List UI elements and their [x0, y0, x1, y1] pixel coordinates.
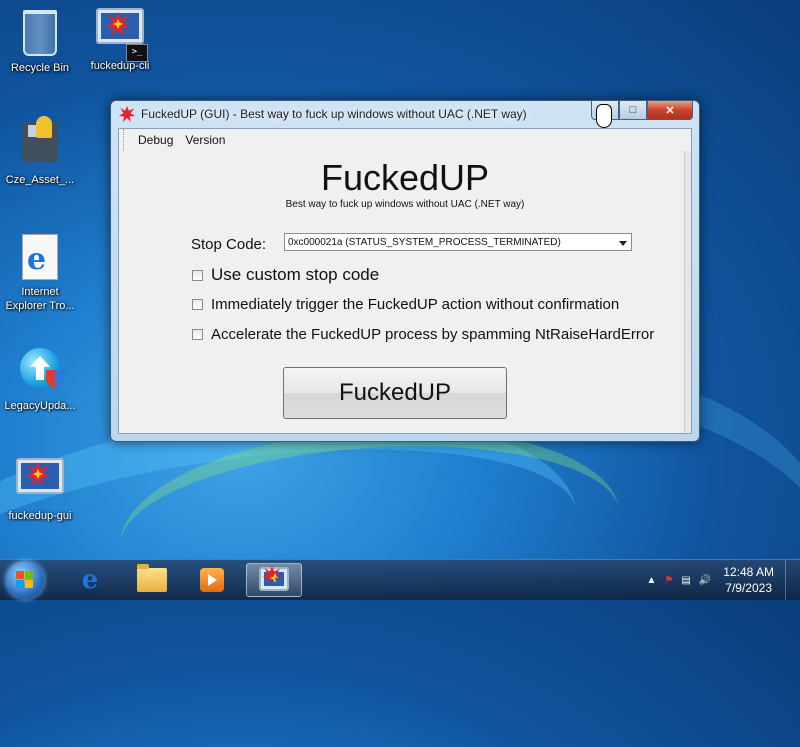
desktop-icon-label: LegacyUpda...: [4, 400, 76, 412]
system-tray: ▲ ⚑ ▤ 🔊 12:48 AM 7/9/2023: [647, 560, 800, 600]
network-icon[interactable]: ▤: [681, 575, 690, 586]
window-title: FuckedUP (GUI) - Best way to fuck up win…: [141, 107, 527, 121]
desktop-icon-legacyupdate[interactable]: LegacyUpda...: [2, 344, 78, 413]
desktop-icon-label: Internet Explorer Tro...: [5, 286, 75, 312]
desktop-icon-internet-explorer[interactable]: e Internet Explorer Tro...: [2, 232, 78, 313]
app-monitor-icon: [16, 458, 64, 506]
custom-stop-code-checkbox[interactable]: [192, 269, 203, 281]
app-burst-icon: [119, 106, 135, 122]
clock-time: 12:48 AM: [723, 565, 774, 579]
action-center-flag-icon[interactable]: ⚑: [664, 575, 673, 586]
show-desktop-button[interactable]: [785, 560, 800, 600]
desktop-icon-fuckedup-cli[interactable]: >_ fuckedup-cli: [82, 6, 158, 73]
maximize-button[interactable]: □: [619, 101, 647, 120]
folder-icon: [137, 564, 167, 592]
option-label: Accelerate the FuckedUP process by spamm…: [211, 326, 655, 343]
fuckedup-button[interactable]: FuckedUP: [283, 367, 507, 419]
stop-code-value: 0xc000021a (STATUS_SYSTEM_PROCESS_TERMIN…: [288, 237, 561, 248]
taskbar-explorer[interactable]: [124, 563, 180, 597]
media-player-icon: [200, 568, 224, 592]
internet-explorer-icon: e: [81, 565, 99, 595]
terminal-icon: >_: [126, 44, 148, 62]
desktop-icon-label: Cze_Asset_...: [5, 174, 75, 186]
update-globe-icon: [16, 348, 64, 396]
start-button[interactable]: [6, 561, 44, 599]
app-title: FuckedUP: [320, 157, 490, 198]
fuckedup-window: FuckedUP (GUI) - Best way to fuck up win…: [110, 100, 700, 442]
volume-icon[interactable]: 🔊: [699, 575, 711, 586]
option-label: Use custom stop code: [211, 265, 380, 284]
clock-date: 7/9/2023: [725, 581, 772, 595]
app-monitor-icon: >_: [96, 8, 148, 62]
close-icon: ✕: [665, 104, 675, 117]
recycle-bin-icon: [16, 10, 64, 58]
option-label: Immediately trigger the FuckedUP action …: [211, 296, 620, 313]
option-accelerate[interactable]: Accelerate the FuckedUP process by spamm…: [192, 326, 654, 343]
accelerate-checkbox[interactable]: [192, 329, 203, 340]
windows-logo-icon: [16, 571, 34, 589]
show-hidden-icons-icon[interactable]: ▲: [647, 575, 657, 586]
internet-explorer-icon: e: [16, 234, 64, 282]
maximize-icon: □: [629, 104, 637, 116]
taskbar: e ▲ ⚑ ▤ 🔊 12:48 AM 7/9/2023: [0, 559, 800, 600]
option-immediate-trigger[interactable]: Immediately trigger the FuckedUP action …: [192, 296, 619, 313]
app-subtitle: Best way to fuck up windows without UAC …: [285, 199, 525, 210]
stop-code-label: Stop Code:: [191, 236, 267, 253]
desktop-icon-recycle-bin[interactable]: Recycle Bin: [2, 6, 78, 75]
menu-bar: Debug Version: [123, 129, 691, 151]
option-custom-stop-code[interactable]: Use custom stop code: [192, 265, 379, 285]
taskbar-internet-explorer[interactable]: e: [62, 563, 118, 597]
desktop-icon-cze-asset[interactable]: Cze_Asset_...: [2, 116, 78, 187]
close-button[interactable]: ✕: [647, 101, 693, 120]
hand-cursor-icon: [596, 104, 612, 128]
chevron-down-icon: [619, 241, 627, 246]
desktop-icon-label: fuckedup-gui: [8, 510, 72, 522]
disk-key-icon: [16, 116, 64, 170]
app-monitor-icon: [259, 566, 289, 593]
taskbar-media-player[interactable]: [184, 563, 240, 597]
menu-debug[interactable]: Debug: [132, 133, 179, 147]
immediate-trigger-checkbox[interactable]: [192, 299, 203, 310]
clock[interactable]: 12:48 AM 7/9/2023: [723, 564, 774, 596]
desktop-icon-label: Recycle Bin: [10, 62, 70, 74]
taskbar-fuckedup-gui[interactable]: [246, 563, 302, 597]
wallpaper-swoosh: [113, 412, 627, 646]
stop-code-dropdown[interactable]: 0xc000021a (STATUS_SYSTEM_PROCESS_TERMIN…: [284, 233, 632, 251]
desktop-icon-fuckedup-gui[interactable]: fuckedup-gui: [2, 456, 78, 523]
window-client-area: Debug Version FuckedUP Best way to fuck …: [118, 128, 692, 434]
menu-version[interactable]: Version: [179, 133, 231, 147]
